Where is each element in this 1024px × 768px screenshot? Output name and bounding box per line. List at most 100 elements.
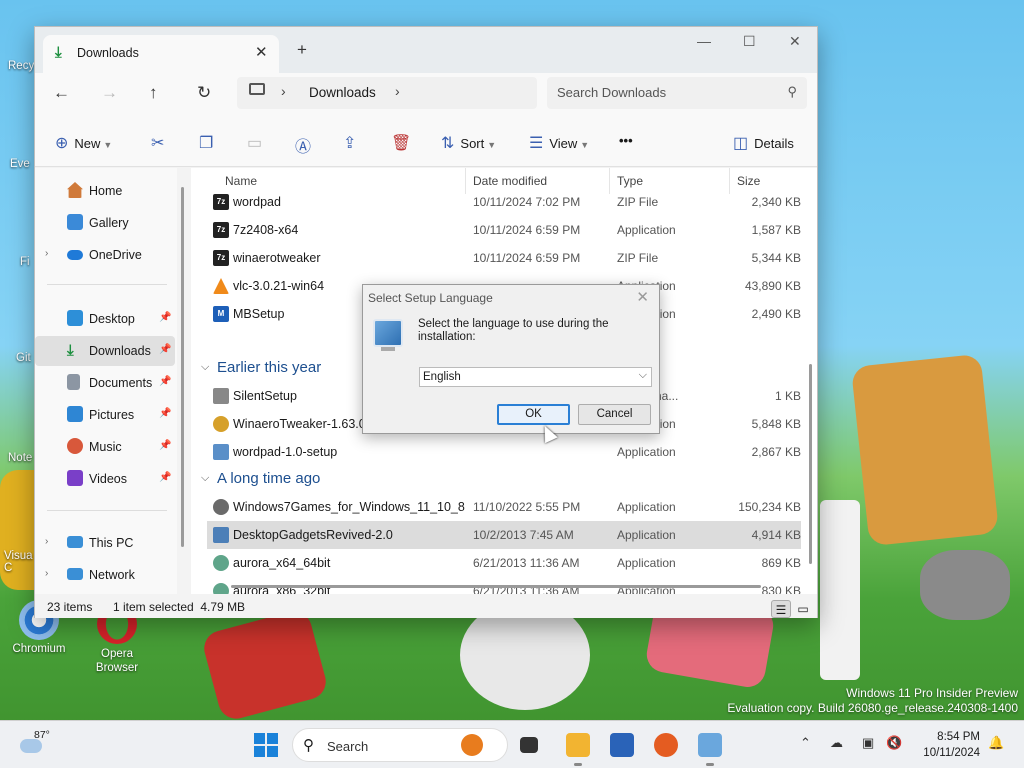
close-window-button[interactable]: ✕	[789, 33, 801, 50]
pin-icon[interactable]: 📌	[159, 312, 171, 323]
column-header-date[interactable]: Date modified	[473, 174, 547, 188]
sidebar-scrollbar[interactable]	[181, 187, 184, 547]
volume-muted-icon[interactable]: 🔇	[886, 735, 902, 751]
desktop-icon-recycle-bin[interactable]: Recy	[8, 60, 34, 72]
file-row[interactable]: 7z 7z2408-x64 10/11/2024 6:59 PM Applica…	[207, 216, 801, 244]
sidebar-item-home[interactable]: Home	[35, 176, 175, 206]
details-pane-button[interactable]: ◫ Details	[733, 133, 794, 153]
file-row[interactable]: wordpad-1.0-setup Application 2,867 KB	[207, 438, 801, 466]
file-row[interactable]: 7z winaerotweaker 10/11/2024 6:59 PM ZIP…	[207, 244, 801, 272]
sort-button[interactable]: ⇅ Sort ▼	[441, 133, 496, 153]
column-header-name[interactable]: Name	[225, 174, 257, 188]
search-placeholder: Search Downloads	[557, 85, 667, 100]
ok-button[interactable]: OK	[497, 404, 570, 425]
chevron-up-icon[interactable]: ⌃	[800, 735, 811, 751]
file-date: 10/2/2013 7:45 AM	[473, 528, 574, 542]
taskbar-search[interactable]: ⚲ Search	[292, 728, 508, 762]
computer-icon	[67, 536, 83, 548]
pin-icon[interactable]: 📌	[159, 440, 171, 451]
store-icon[interactable]	[610, 733, 634, 757]
copy-button[interactable]: ❐	[199, 133, 219, 153]
refresh-button[interactable]: ↻	[197, 83, 211, 103]
file-explorer-icon[interactable]	[566, 733, 590, 766]
notification-bell-icon[interactable]: 🔔	[988, 735, 1004, 751]
wallpaper-character	[920, 550, 1010, 620]
weather-widget[interactable]: 87°	[18, 729, 50, 761]
new-label: New	[74, 136, 101, 151]
sidebar-item-network[interactable]: › Network	[35, 560, 175, 590]
up-button[interactable]: ↑	[149, 83, 158, 103]
file-row-selected[interactable]: DesktopGadgetsRevived-2.0 10/2/2013 7:45…	[207, 521, 801, 549]
column-header-type[interactable]: Type	[617, 174, 643, 188]
rename-button[interactable]: Ⓐ	[295, 133, 317, 157]
back-button[interactable]: ←	[53, 83, 70, 103]
desktop-icon-label: Chromium	[12, 643, 66, 655]
forward-button[interactable]: →	[101, 83, 118, 103]
cut-button[interactable]: ✂	[151, 133, 170, 153]
sidebar-item-documents[interactable]: Documents 📌	[35, 368, 175, 398]
pin-icon[interactable]: 📌	[159, 376, 171, 387]
sidebar-item-onedrive[interactable]: › OneDrive	[35, 240, 175, 270]
videos-icon	[67, 470, 83, 486]
tab-downloads[interactable]: ⤓ Downloads ✕	[43, 35, 279, 73]
maximize-button[interactable]: ☐	[743, 33, 756, 50]
tiles-view-button[interactable]: ▭	[793, 600, 813, 618]
pin-icon[interactable]: 📌	[159, 408, 171, 419]
clock-date: 10/11/2024	[923, 747, 980, 759]
pin-icon[interactable]: 📌	[159, 344, 171, 355]
horizontal-scrollbar[interactable]	[231, 585, 761, 588]
network-icon[interactable]: ▣	[862, 735, 874, 751]
file-name: vlc-3.0.21-win64	[233, 279, 325, 293]
column-header-size[interactable]: Size	[737, 174, 760, 188]
clock[interactable]: 8:54 PM 10/11/2024	[916, 729, 980, 761]
sidebar-item-downloads[interactable]: ⤓ Downloads 📌	[35, 336, 175, 366]
new-tab-button[interactable]: +	[297, 40, 307, 60]
sidebar-divider	[47, 510, 167, 511]
desktop-icon-visual-studio[interactable]: Visua C	[4, 550, 34, 574]
desktop-icon-git[interactable]: Git	[16, 352, 31, 364]
breadcrumb[interactable]: Downloads	[309, 85, 376, 100]
sidebar-item-videos[interactable]: Videos 📌	[35, 464, 175, 494]
chevron-right-icon[interactable]: ›	[45, 568, 48, 579]
chevron-right-icon[interactable]: ›	[281, 83, 286, 99]
file-type: Application	[617, 556, 676, 570]
sidebar-item-music[interactable]: Music 📌	[35, 432, 175, 462]
cancel-button[interactable]: Cancel	[578, 404, 651, 425]
task-view-icon[interactable]	[520, 737, 538, 753]
firefox-icon[interactable]	[654, 733, 678, 757]
file-size: 2,490 KB	[751, 307, 801, 321]
start-button[interactable]	[254, 733, 278, 757]
chevron-right-icon[interactable]: ›	[45, 536, 48, 547]
chevron-right-icon[interactable]: ›	[395, 83, 400, 99]
vertical-scrollbar[interactable]	[809, 364, 812, 564]
more-options-button[interactable]: •••	[619, 133, 633, 148]
file-row[interactable]: Windows7Games_for_Windows_11_10_8 11/10/…	[207, 493, 801, 521]
view-button[interactable]: ☰ View ▼	[529, 133, 589, 153]
details-pane-icon: ◫	[733, 135, 749, 152]
setup-app-icon[interactable]	[698, 733, 722, 766]
sidebar-item-desktop[interactable]: Desktop 📌	[35, 304, 175, 334]
file-type: Application	[617, 223, 676, 237]
delete-button[interactable]: 🗑	[391, 133, 417, 153]
close-tab-icon[interactable]: ✕	[255, 43, 268, 61]
file-row[interactable]: 7z wordpad 10/11/2024 7:02 PM ZIP File 2…	[207, 188, 801, 216]
sidebar-item-pictures[interactable]: Pictures 📌	[35, 400, 175, 430]
new-button[interactable]: ⊕ New ▼	[55, 133, 112, 153]
close-dialog-button[interactable]: ✕	[636, 288, 649, 306]
address-bar[interactable]: › Downloads ›	[237, 77, 537, 109]
pin-icon[interactable]: 📌	[159, 472, 171, 483]
desktop-icon-notepad[interactable]: Note	[8, 452, 32, 464]
language-dropdown[interactable]: English ⌵	[419, 367, 652, 387]
share-button[interactable]: ⇪	[343, 133, 362, 153]
file-row[interactable]: aurora_x64_64bit 6/21/2013 11:36 AM Appl…	[207, 549, 801, 577]
sidebar-item-gallery[interactable]: Gallery	[35, 208, 175, 238]
desktop-icon-files[interactable]: Fi	[20, 256, 30, 268]
minimize-button[interactable]: —	[697, 33, 711, 49]
search-box[interactable]: Search Downloads ⚲	[547, 77, 807, 109]
chevron-right-icon[interactable]: ›	[45, 248, 48, 259]
sidebar-item-this-pc[interactable]: › This PC	[35, 528, 175, 558]
paste-button[interactable]: ▭	[247, 133, 268, 153]
cloud-offline-icon[interactable]: ☁	[830, 735, 843, 751]
desktop-icon-everything[interactable]: Eve	[10, 158, 30, 170]
details-view-button[interactable]: ☰	[771, 600, 791, 618]
